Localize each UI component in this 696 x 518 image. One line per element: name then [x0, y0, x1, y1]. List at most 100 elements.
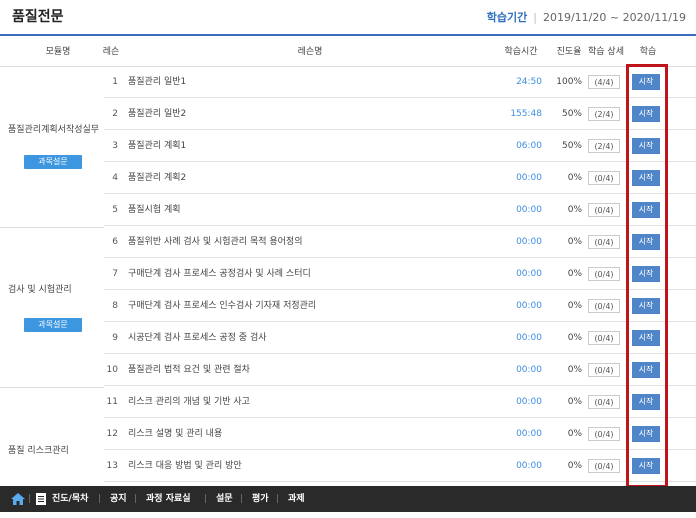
- detail-button[interactable]: (2/4): [588, 107, 620, 121]
- col-module: 모듈명: [45, 47, 71, 57]
- start-button[interactable]: 시작: [632, 266, 660, 282]
- study-time: 00:00: [516, 333, 542, 343]
- progress-rate: 50%: [561, 109, 582, 119]
- table-row: 11 리스크 관리의 개념 및 기반 사고 00:00 0% (0/4) 시작: [104, 386, 696, 418]
- study-period-label: 학습기간: [486, 11, 528, 24]
- nav-materials[interactable]: 과정 자료실: [146, 486, 191, 512]
- col-lesson-name: 레슨명: [297, 47, 323, 57]
- study-time: 24:50: [516, 77, 542, 87]
- start-button[interactable]: 시작: [632, 330, 660, 346]
- divider: |: [276, 494, 280, 504]
- study-time: 155:48: [510, 109, 542, 119]
- col-progress: 진도율: [556, 47, 582, 57]
- lesson-name: 품질관리 계획2: [128, 173, 187, 183]
- lesson-name: 품질관리 계획1: [128, 141, 187, 151]
- nav-toc[interactable]: 진도/목차: [52, 486, 88, 512]
- course-survey-button[interactable]: 과목설문: [24, 155, 82, 169]
- study-time: 00:00: [516, 205, 542, 215]
- lesson-number: 12: [106, 429, 118, 439]
- divider: |: [98, 494, 102, 504]
- progress-rate: 50%: [561, 141, 582, 151]
- lesson-name: 리스크 설명 및 관리 내용: [128, 429, 223, 439]
- course-survey-button[interactable]: 과목설문: [24, 318, 82, 332]
- table-row: 4 품질관리 계획2 00:00 0% (0/4) 시작: [104, 162, 696, 194]
- module-name: 검사 및 시험관리: [8, 285, 72, 295]
- study-time: 00:00: [516, 397, 542, 407]
- module-cell: 품질 리스크관리: [0, 388, 104, 486]
- study-period: 학습기간 | 2019/11/20 ~ 2020/11/19: [487, 9, 686, 25]
- table-row: 1 품질관리 일반1 24:50 100% (4/4) 시작: [104, 66, 696, 98]
- study-period-value: 2019/11/20 ~ 2020/11/19: [542, 11, 686, 24]
- lesson-number: 7: [112, 269, 118, 279]
- nav-evaluation[interactable]: 평가: [252, 486, 269, 512]
- lesson-number: 11: [106, 397, 118, 407]
- detail-button[interactable]: (0/4): [588, 203, 620, 217]
- start-button[interactable]: 시작: [632, 458, 660, 474]
- lesson-name: 구매단계 검사 프로세스 인수검사 기자재 저정관리: [128, 301, 317, 311]
- lesson-name: 품질시험 계획: [128, 205, 181, 215]
- progress-rate: 0%: [567, 269, 582, 279]
- lesson-number: 5: [112, 205, 118, 215]
- nav-assignment[interactable]: 과제: [288, 486, 305, 512]
- table-row: 12 리스크 설명 및 관리 내용 00:00 0% (0/4) 시작: [104, 418, 696, 450]
- table-row: 2 품질관리 일반2 155:48 50% (2/4) 시작: [104, 98, 696, 130]
- start-button[interactable]: 시작: [632, 362, 660, 378]
- lesson-name: 품질위반 사례 검사 및 시험관리 목적 용어정의: [128, 237, 303, 247]
- start-button[interactable]: 시작: [632, 138, 660, 154]
- start-button[interactable]: 시작: [632, 394, 660, 410]
- detail-button[interactable]: (0/4): [588, 331, 620, 345]
- progress-rate: 0%: [567, 237, 582, 247]
- progress-rate: 0%: [567, 333, 582, 343]
- divider: |: [533, 11, 537, 24]
- progress-rate: 0%: [567, 205, 582, 215]
- detail-button[interactable]: (0/4): [588, 171, 620, 185]
- lesson-name: 리스크 관리의 개념 및 기반 사고: [128, 397, 250, 407]
- detail-button[interactable]: (0/4): [588, 459, 620, 473]
- detail-button[interactable]: (0/4): [588, 427, 620, 441]
- start-button[interactable]: 시작: [632, 298, 660, 314]
- nav-survey[interactable]: 설문: [216, 486, 233, 512]
- lesson-name: 품질관리 일반2: [128, 109, 187, 119]
- table-row: 8 구매단계 검사 프로세스 인수검사 기자재 저정관리 00:00 0% (0/4) 시…: [104, 290, 696, 322]
- bottom-nav-bar: | 진도/목차 | 공지 | 과정 자료실 | 설문 | 평가 | 과제: [0, 486, 696, 512]
- detail-button[interactable]: (0/4): [588, 363, 620, 377]
- start-button[interactable]: 시작: [632, 170, 660, 186]
- col-lesson: 레슨: [102, 47, 120, 57]
- detail-button[interactable]: (0/4): [588, 299, 620, 313]
- col-study-time: 학습시간: [504, 47, 538, 57]
- progress-rate: 0%: [567, 397, 582, 407]
- nav-notice[interactable]: 공지: [110, 486, 127, 512]
- start-button[interactable]: 시작: [632, 74, 660, 90]
- study-time: 00:00: [516, 301, 542, 311]
- study-time: 00:00: [516, 269, 542, 279]
- module-name: 품질 리스크관리: [8, 446, 69, 456]
- detail-button[interactable]: (0/4): [588, 267, 620, 281]
- detail-button[interactable]: (0/4): [588, 235, 620, 249]
- detail-button[interactable]: (4/4): [588, 75, 620, 89]
- divider: |: [134, 494, 138, 504]
- table-row: 6 품질위반 사례 검사 및 시험관리 목적 용어정의 00:00 0% (0/4) 시작: [104, 226, 696, 258]
- module-cell: 품질관리계획서작성실무 과목설문: [0, 66, 104, 228]
- progress-rate: 0%: [567, 301, 582, 311]
- table-row: 13 리스크 대응 방법 및 관리 방안 00:00 0% (0/4) 시작: [104, 450, 696, 482]
- start-button[interactable]: 시작: [632, 202, 660, 218]
- table-row: 9 시공단계 검사 프로세스 공정 중 검사 00:00 0% (0/4) 시작: [104, 322, 696, 354]
- list-icon[interactable]: [36, 493, 46, 505]
- progress-rate: 0%: [567, 461, 582, 471]
- progress-rate: 0%: [567, 173, 582, 183]
- lesson-number: 3: [112, 141, 118, 151]
- start-button[interactable]: 시작: [632, 234, 660, 250]
- divider: |: [240, 494, 244, 504]
- start-button[interactable]: 시작: [632, 426, 660, 442]
- table-row: 10 품질관리 법적 요건 및 관련 절차 00:00 0% (0/4) 시작: [104, 354, 696, 386]
- page-title: 품질전문: [12, 9, 64, 25]
- study-time: 00:00: [516, 461, 542, 471]
- study-time: 00:00: [516, 365, 542, 375]
- lesson-number: 9: [112, 333, 118, 343]
- home-icon[interactable]: [10, 491, 26, 507]
- detail-button[interactable]: (0/4): [588, 395, 620, 409]
- start-button[interactable]: 시작: [632, 106, 660, 122]
- detail-button[interactable]: (2/4): [588, 139, 620, 153]
- lesson-number: 4: [112, 173, 118, 183]
- divider: |: [28, 494, 32, 504]
